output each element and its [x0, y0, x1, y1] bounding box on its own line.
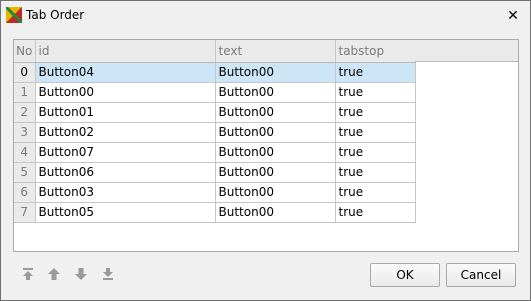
table-row[interactable]: 7 Button05 Button00 true: [14, 202, 416, 223]
id-cell[interactable]: Button06: [35, 162, 216, 183]
row-number-cell[interactable]: 2: [14, 102, 36, 123]
tab-order-table: No id text tabstop 0 Button04 Button00 true…: [14, 40, 416, 223]
table-row[interactable]: 6 Button03 Button00 true: [14, 182, 416, 203]
header-filler: [415, 40, 518, 62]
row-number-cell[interactable]: 5: [14, 162, 36, 183]
tabstop-cell[interactable]: true: [335, 142, 416, 163]
column-header-no[interactable]: No: [14, 40, 36, 63]
move-up-icon[interactable]: [46, 266, 62, 282]
row-number-cell[interactable]: 7: [14, 202, 36, 223]
row-number-cell[interactable]: 6: [14, 182, 36, 203]
header-row: No id text tabstop: [14, 40, 416, 63]
cancel-button[interactable]: Cancel: [446, 263, 516, 287]
text-cell[interactable]: Button00: [215, 102, 336, 123]
text-cell[interactable]: Button00: [215, 162, 336, 183]
table-row[interactable]: 2 Button01 Button00 true: [14, 102, 416, 123]
app-logo-icon: [6, 7, 22, 23]
column-header-id[interactable]: id: [35, 40, 216, 63]
id-cell[interactable]: Button03: [35, 182, 216, 203]
row-number-cell[interactable]: 3: [14, 122, 36, 143]
move-bottom-icon[interactable]: [100, 266, 116, 282]
table-row[interactable]: 5 Button06 Button00 true: [14, 162, 416, 183]
id-cell[interactable]: Button05: [35, 202, 216, 223]
text-cell[interactable]: Button00: [215, 142, 336, 163]
close-icon: ✕: [507, 8, 519, 24]
text-cell[interactable]: Button00: [215, 62, 336, 83]
id-cell[interactable]: Button07: [35, 142, 216, 163]
tabstop-cell[interactable]: true: [335, 62, 416, 83]
window-title: Tab Order: [26, 8, 85, 22]
tabstop-cell[interactable]: true: [335, 102, 416, 123]
move-down-icon[interactable]: [73, 266, 89, 282]
text-cell[interactable]: Button00: [215, 182, 336, 203]
tabstop-cell[interactable]: true: [335, 182, 416, 203]
id-cell[interactable]: Button04: [35, 62, 216, 83]
id-cell[interactable]: Button02: [35, 122, 216, 143]
id-cell[interactable]: Button01: [35, 102, 216, 123]
row-number-cell[interactable]: 0: [14, 62, 36, 83]
table-row[interactable]: 1 Button00 Button00 true: [14, 82, 416, 103]
tabstop-cell[interactable]: true: [335, 82, 416, 103]
tabstop-cell[interactable]: true: [335, 162, 416, 183]
table-row[interactable]: 0 Button04 Button00 true: [14, 62, 416, 83]
row-number-cell[interactable]: 4: [14, 142, 36, 163]
ok-button[interactable]: OK: [370, 263, 440, 287]
row-number-cell[interactable]: 1: [14, 82, 36, 103]
title-bar: Tab Order ✕: [1, 1, 530, 31]
table-row[interactable]: 4 Button07 Button00 true: [14, 142, 416, 163]
column-header-tabstop[interactable]: tabstop: [335, 40, 416, 63]
column-header-text[interactable]: text: [215, 40, 336, 63]
move-top-icon[interactable]: [20, 266, 36, 282]
tab-order-dialog: Tab Order ✕ No id text tabstop 0 Button04…: [0, 0, 531, 301]
tabstop-cell[interactable]: true: [335, 202, 416, 223]
close-button[interactable]: ✕: [502, 5, 524, 27]
text-cell[interactable]: Button00: [215, 82, 336, 103]
tab-order-grid[interactable]: No id text tabstop 0 Button04 Button00 true…: [13, 39, 519, 252]
table-row[interactable]: 3 Button02 Button00 true: [14, 122, 416, 143]
tabstop-cell[interactable]: true: [335, 122, 416, 143]
text-cell[interactable]: Button00: [215, 122, 336, 143]
id-cell[interactable]: Button00: [35, 82, 216, 103]
text-cell[interactable]: Button00: [215, 202, 336, 223]
